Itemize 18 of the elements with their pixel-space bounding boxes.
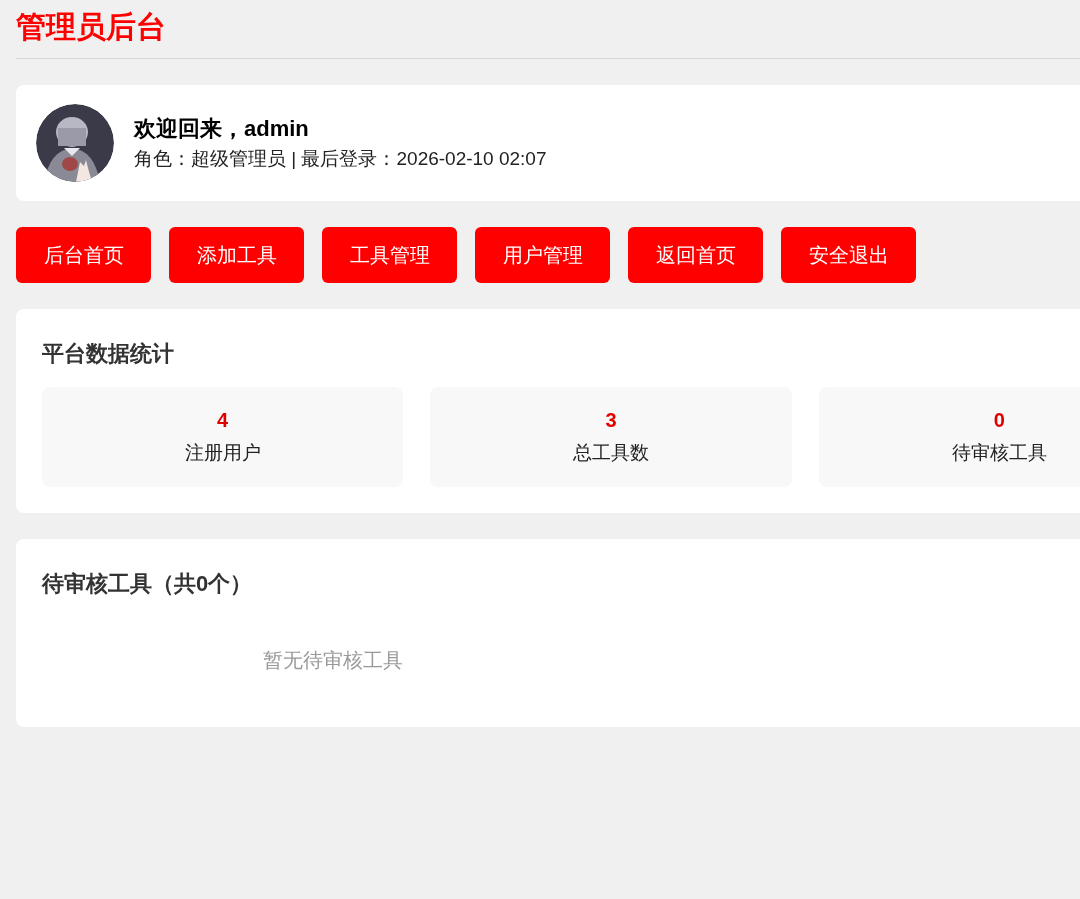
nav-button[interactable]: 添加工具 [169, 227, 304, 283]
nav-button[interactable]: 后台首页 [16, 227, 151, 283]
stat-value: 4 [217, 408, 229, 432]
nav-button[interactable]: 工具管理 [322, 227, 457, 283]
role-login-info: 角色：超级管理员 | 最后登录：2026-02-10 02:07 [134, 147, 547, 171]
stat-label: 注册用户 [184, 441, 261, 465]
welcome-heading: 欢迎回来，admin [134, 115, 310, 143]
stat-label: 待审核工具 [951, 441, 1047, 465]
page-title: 管理员后台 [16, 9, 167, 45]
empty-message: 暂无待审核工具 [263, 648, 403, 673]
section-title: 待审核工具（共0个） [42, 570, 254, 598]
stat-label: 总工具数 [573, 441, 649, 465]
stat-value: 0 [993, 408, 1005, 432]
nav-button[interactable]: 返回首页 [628, 227, 763, 283]
stat-value: 3 [605, 408, 617, 432]
section-title: 平台数据统计 [42, 340, 175, 368]
nav-button[interactable]: 安全退出 [781, 227, 916, 283]
nav-button[interactable]: 用户管理 [475, 227, 610, 283]
